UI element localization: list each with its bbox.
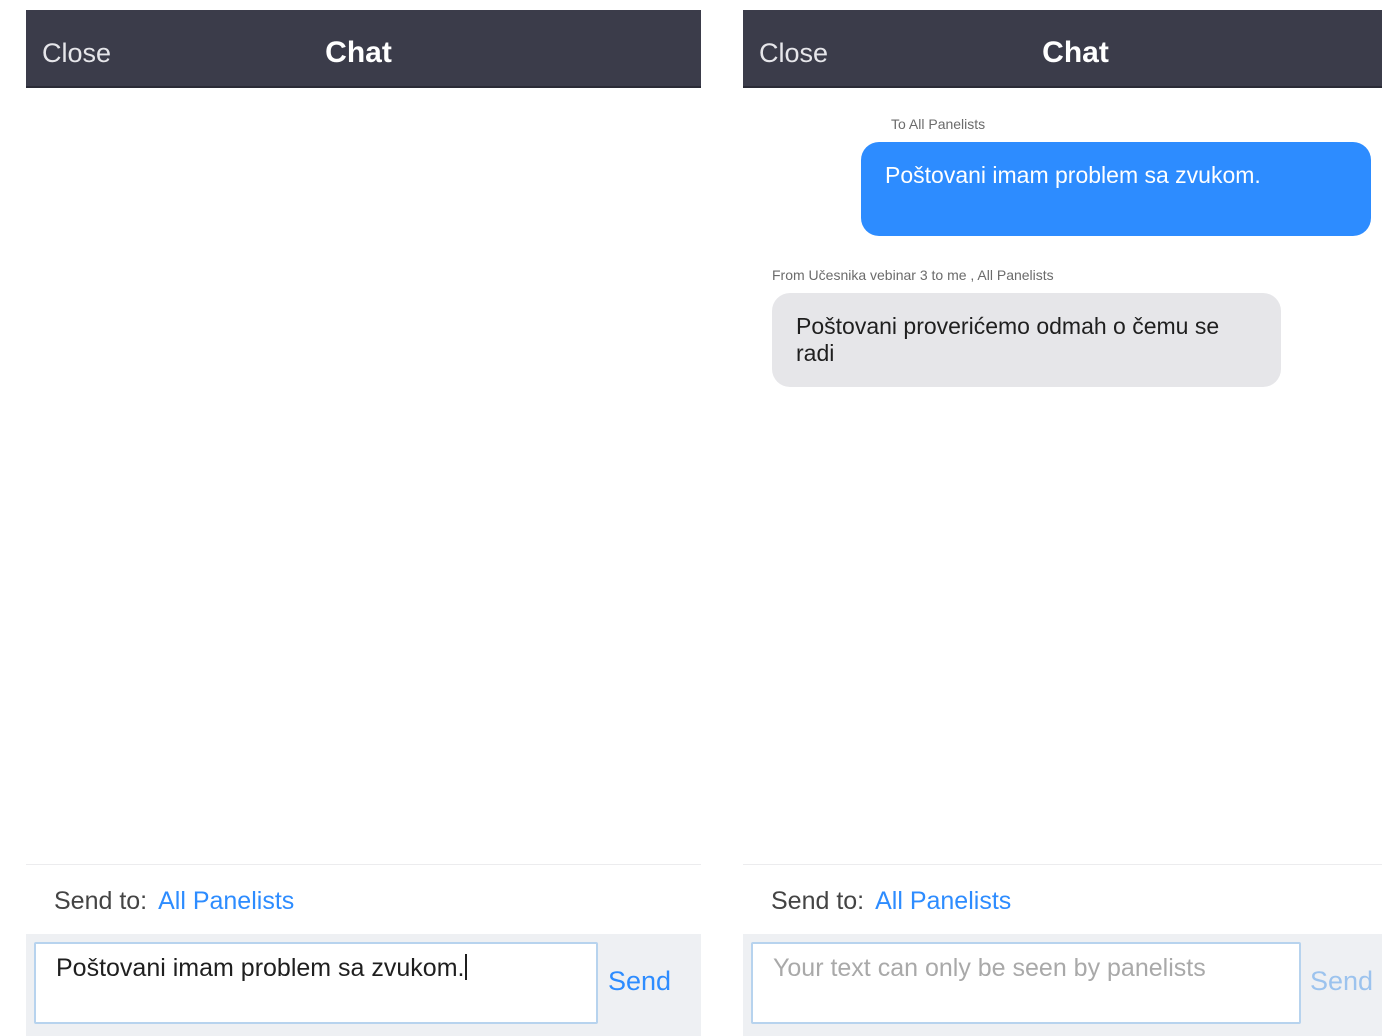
chat-header: Close Chat xyxy=(743,10,1382,88)
send-to-bar: Send to: All Panelists xyxy=(26,864,701,934)
send-to-recipient-selector[interactable]: All Panelists xyxy=(875,887,1011,915)
message-input-placeholder: Your text can only be seen by panelists xyxy=(773,954,1206,982)
page-title: Chat xyxy=(1042,36,1109,69)
chat-panel-left: Close Chat Send to: All Panelists Poštov… xyxy=(26,0,701,1036)
send-button[interactable]: Send xyxy=(608,966,671,997)
message-input[interactable]: Poštovani imam problem sa zvukom. xyxy=(34,942,598,1024)
composer: Your text can only be seen by panelists … xyxy=(743,934,1382,1036)
status-bar xyxy=(26,0,701,10)
text-caret xyxy=(465,954,468,980)
chat-panel-right: Close Chat To All Panelists Poštovani im… xyxy=(743,0,1382,1036)
message-text: Poštovani proverićemo odmah o čemu se ra… xyxy=(796,313,1220,366)
message-meta: From Učesnika vebinar 3 to me , All Pane… xyxy=(772,267,1054,283)
composer: Poštovani imam problem sa zvukom. Send xyxy=(26,934,701,1036)
incoming-message-bubble[interactable]: Poštovani proverićemo odmah o čemu se ra… xyxy=(772,293,1281,387)
message-meta: To All Panelists xyxy=(891,116,986,132)
send-to-recipient-selector[interactable]: All Panelists xyxy=(158,887,294,915)
status-bar xyxy=(743,0,1382,10)
message-input[interactable]: Your text can only be seen by panelists xyxy=(751,942,1301,1024)
send-button[interactable]: Send xyxy=(1310,966,1373,997)
send-to-bar: Send to: All Panelists xyxy=(743,864,1382,934)
message-input-text: Poštovani imam problem sa zvukom. xyxy=(56,954,465,982)
page-title: Chat xyxy=(325,36,392,69)
chat-header: Close Chat xyxy=(26,10,701,88)
send-to-label: Send to: xyxy=(54,887,148,915)
outgoing-message-bubble[interactable]: Poštovani imam problem sa zvukom. xyxy=(861,142,1371,236)
message-list[interactable]: To All Panelists Poštovani imam problem … xyxy=(743,90,1382,864)
message-text: Poštovani imam problem sa zvukom. xyxy=(885,162,1261,188)
message-list[interactable] xyxy=(26,90,701,864)
send-to-label: Send to: xyxy=(771,887,865,915)
